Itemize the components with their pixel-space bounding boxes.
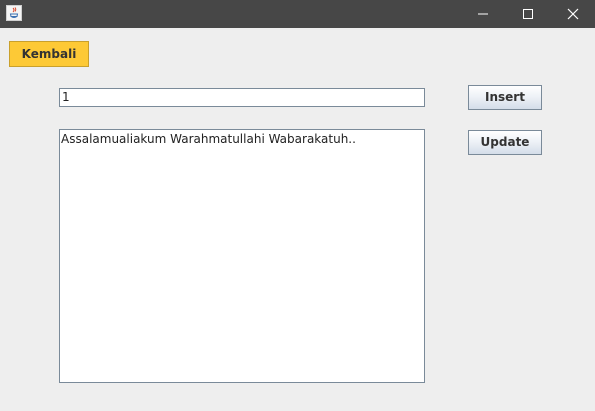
content-panel: Kembali 1 Insert Assalamualiakum Warahma… — [0, 28, 595, 411]
minimize-button[interactable] — [460, 0, 506, 28]
id-input[interactable]: 1 — [59, 88, 425, 107]
message-textarea[interactable]: Assalamualiakum Warahmatullahi Wabarakat… — [59, 129, 425, 383]
minimize-icon — [478, 13, 488, 15]
java-app-icon[interactable] — [6, 5, 22, 21]
update-button[interactable]: Update — [468, 130, 542, 155]
app-window: Kembali 1 Insert Assalamualiakum Warahma… — [0, 0, 595, 411]
maximize-icon — [523, 9, 533, 19]
close-button[interactable] — [550, 0, 595, 28]
close-icon — [567, 8, 579, 20]
maximize-button[interactable] — [505, 0, 551, 28]
back-button[interactable]: Kembali — [9, 41, 89, 67]
title-bar[interactable] — [0, 0, 595, 28]
insert-button[interactable]: Insert — [468, 85, 542, 110]
